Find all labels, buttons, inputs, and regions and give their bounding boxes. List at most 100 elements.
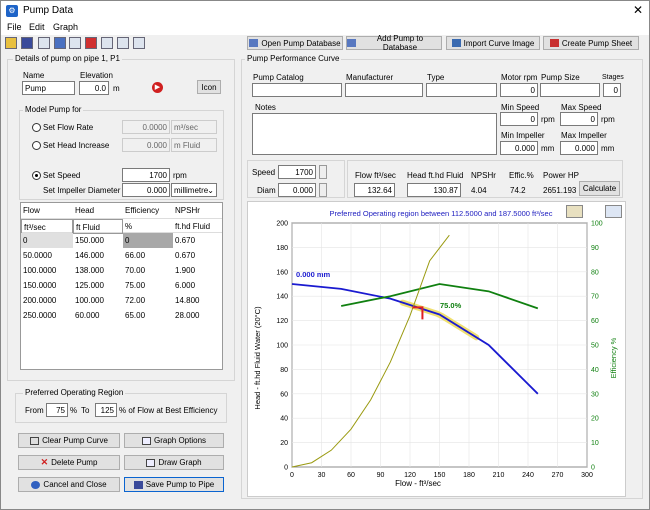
header-npshr: NPSHr	[175, 206, 200, 215]
menu-file[interactable]: File	[7, 22, 22, 32]
database-icon	[249, 39, 259, 47]
table-cell[interactable]: 66.00	[123, 248, 173, 263]
table-cell[interactable]: 50.0000	[21, 248, 73, 263]
operating-region-title: Preferred Operating Region	[23, 388, 126, 397]
table-cell[interactable]: 72.00	[123, 293, 173, 308]
efficiency-point-label: 75.0%	[440, 301, 462, 310]
table-row[interactable]: 0 150.000 0 0.670	[21, 233, 222, 248]
flow-rate-input[interactable]: 0.0000	[122, 120, 170, 134]
manufacturer-input[interactable]	[345, 83, 423, 97]
table-cell[interactable]: 138.000	[73, 263, 123, 278]
impeller-input[interactable]: 0.000	[122, 183, 170, 197]
add-pump-to-database-button[interactable]: Add Pump to Database	[346, 34, 442, 52]
close-icon[interactable]: ✕	[631, 3, 645, 17]
table-cell[interactable]: 75.00	[123, 278, 173, 293]
pump-name-input[interactable]: Pump	[22, 81, 75, 95]
table-row[interactable]: 150.0000 125.000 75.00 6.000	[21, 278, 222, 293]
op-speed-input[interactable]: 1700	[278, 165, 316, 179]
graph-options-button[interactable]: Graph Options	[124, 433, 224, 448]
motor-rpm-input[interactable]: 0	[500, 83, 538, 97]
set-speed-input[interactable]: 1700	[122, 168, 170, 182]
head-increase-input[interactable]: 0.000	[122, 138, 170, 152]
calculate-button[interactable]: Calculate	[579, 181, 620, 196]
clear-pump-curve-button[interactable]: Clear Pump Curve	[18, 433, 120, 448]
diam-spinner[interactable]	[319, 183, 327, 197]
table-cell[interactable]: 0	[21, 233, 73, 248]
curve-icon[interactable]	[133, 37, 145, 49]
table-cell[interactable]: 1.900	[173, 263, 222, 278]
head-increase-radio[interactable]	[32, 141, 41, 150]
table-cell[interactable]: 65.00	[123, 308, 173, 323]
max-speed-input[interactable]: 0	[560, 112, 598, 126]
header-efficiency: Efficiency	[125, 206, 160, 215]
table-cell[interactable]: 6.000	[173, 278, 222, 293]
flow-unit-select[interactable]: ft³/sec	[21, 219, 73, 234]
from-input[interactable]: 75	[46, 403, 68, 417]
table-row[interactable]: 100.0000 138.000 70.00 1.900	[21, 263, 222, 278]
set-speed-radio[interactable]	[32, 171, 41, 180]
save-pump-to-pipe-button[interactable]: Save Pump to Pipe	[124, 477, 224, 492]
to-input[interactable]: 125	[95, 403, 117, 417]
op-npshr-value: 4.04	[471, 186, 487, 195]
elevation-input[interactable]: 0.0	[79, 81, 109, 95]
table-cell[interactable]: 0	[123, 233, 173, 248]
pdf-icon[interactable]	[85, 37, 97, 49]
table-cell[interactable]: 150.000	[73, 233, 123, 248]
open-folder-icon[interactable]	[5, 37, 17, 49]
draw-graph-button[interactable]: Draw Graph	[124, 455, 224, 470]
stages-input[interactable]: 0	[603, 83, 621, 97]
table-cell[interactable]: 250.0000	[21, 308, 73, 323]
create-pump-sheet-button[interactable]: Create Pump Sheet	[543, 36, 639, 50]
table-cell[interactable]: 28.000	[173, 308, 222, 323]
grid-icon[interactable]	[101, 37, 113, 49]
notes-textarea[interactable]	[252, 113, 497, 155]
open-db-label: Open Pump Database	[261, 38, 341, 48]
cancel-close-button[interactable]: Cancel and Close	[18, 477, 120, 492]
impeller-unit-label: millimetre	[174, 185, 209, 195]
impeller-unit-select[interactable]: millimetre ⌄	[171, 183, 217, 197]
menu-edit[interactable]: Edit	[29, 22, 45, 32]
table-cell[interactable]: 150.0000	[21, 278, 73, 293]
pump-data-table[interactable]: Flow Head Efficiency NPSHr ft³/sec ft Fl…	[20, 202, 223, 370]
speed-spinner[interactable]	[319, 165, 327, 179]
table-cell[interactable]: 200.0000	[21, 293, 73, 308]
table-row[interactable]: 250.0000 60.000 65.00 28.000	[21, 308, 222, 323]
pump-size-input[interactable]	[540, 83, 600, 97]
flow-rate-unit-select[interactable]: m³/sec	[171, 120, 217, 134]
head-unit-select-table[interactable]: ft Fluid	[73, 219, 123, 234]
table-cell[interactable]: 100.000	[73, 293, 123, 308]
table-cell[interactable]: 14.800	[173, 293, 222, 308]
table-row[interactable]: 50.0000 146.000 66.00 0.670	[21, 248, 222, 263]
table-cell[interactable]: 0.670	[173, 233, 222, 248]
catalog-input[interactable]	[252, 83, 342, 97]
op-diam-input[interactable]: 0.000	[278, 183, 316, 197]
efficiency-unit: %	[125, 222, 133, 231]
min-impeller-input[interactable]: 0.000	[500, 141, 538, 155]
pump-symbol-icon: ▶	[152, 82, 163, 93]
elevation-unit: m	[113, 84, 120, 93]
table-cell[interactable]: 146.000	[73, 248, 123, 263]
icon-button[interactable]: Icon	[197, 80, 221, 94]
head-unit-select[interactable]: m Fluid	[171, 138, 217, 152]
max-impeller-input[interactable]: 0.000	[560, 141, 598, 155]
table-cell[interactable]: 100.0000	[21, 263, 73, 278]
type-input[interactable]	[426, 83, 497, 97]
import-curve-image-button[interactable]: Import Curve Image	[446, 36, 540, 50]
database-icon[interactable]	[54, 37, 66, 49]
save-icon[interactable]	[21, 37, 33, 49]
chart-icon[interactable]	[117, 37, 129, 49]
table-cell[interactable]: 125.000	[73, 278, 123, 293]
menu-graph[interactable]: Graph	[53, 22, 78, 32]
min-speed-input[interactable]: 0	[500, 112, 538, 126]
flow-rate-radio[interactable]	[32, 123, 41, 132]
y-axis-label: Head - ft.hd Fluid Water (20°C)	[253, 306, 262, 410]
table-cell[interactable]: 0.670	[173, 248, 222, 263]
import-icon[interactable]	[69, 37, 81, 49]
y2-tick-label: 70	[591, 294, 599, 301]
save-as-icon[interactable]	[38, 37, 50, 49]
delete-pump-button[interactable]: ✕ Delete Pump	[18, 455, 120, 470]
table-row[interactable]: 200.0000 100.000 72.00 14.800	[21, 293, 222, 308]
open-pump-database-button[interactable]: Open Pump Database	[247, 36, 343, 50]
table-cell[interactable]: 60.000	[73, 308, 123, 323]
table-cell[interactable]: 70.00	[123, 263, 173, 278]
